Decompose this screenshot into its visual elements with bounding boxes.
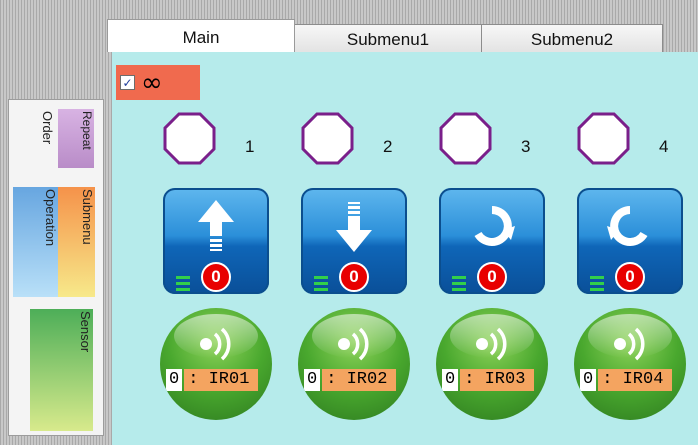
tab-submenu2[interactable]: Submenu2 xyxy=(481,24,663,54)
operation-button[interactable]: 0 xyxy=(301,188,407,294)
operation-button[interactable]: 0 xyxy=(577,188,683,294)
sensor-index: 0 xyxy=(304,369,321,391)
repeat-bar: ✓ ∞ xyxy=(116,65,200,100)
sensor-index: 0 xyxy=(442,369,459,391)
sensor-name: : IR03 xyxy=(460,369,535,391)
count-badge: 0 xyxy=(339,262,369,292)
repeat-checkbox[interactable]: ✓ xyxy=(120,75,135,90)
speed-bars-icon xyxy=(314,276,328,294)
wireless-signal-icon xyxy=(200,327,231,361)
operation-button[interactable]: 0 xyxy=(163,188,269,294)
main-panel: ✓ ∞ 1 0 0 : IR01 2 0 0: IR02 3 0 0: IR… xyxy=(112,52,698,445)
sensor-name: : IR01 xyxy=(184,369,259,391)
count-badge: 0 xyxy=(201,262,231,292)
palette-repeat[interactable]: Repeat xyxy=(58,109,94,168)
rotate-counterclockwise-icon xyxy=(607,206,648,246)
sensor-button[interactable]: 0 : IR02 xyxy=(298,308,410,420)
palette-submenu[interactable]: Submenu xyxy=(58,187,95,297)
step-number: 1 xyxy=(245,137,255,156)
speed-bars-icon xyxy=(452,276,466,294)
sensor-label: 0 : IR04 xyxy=(580,368,673,392)
sensor-name: : IR04 xyxy=(598,369,673,391)
block-palette: Repeat Order Operation Submenu Sensor xyxy=(8,99,104,436)
wireless-signal-icon xyxy=(338,327,369,361)
arrow-up-icon xyxy=(198,200,234,251)
sensor-name: : IR02 xyxy=(322,369,397,391)
order-octagon-icon[interactable] xyxy=(301,112,354,165)
sensor-label: 0 : IR01 xyxy=(166,368,259,392)
order-octagon-icon[interactable] xyxy=(439,112,492,165)
palette-order[interactable]: Order xyxy=(13,109,55,168)
step-number: 2 xyxy=(383,137,393,156)
step-number: 4 xyxy=(659,137,669,156)
step-number: 3 xyxy=(521,137,531,156)
palette-operation[interactable]: Operation xyxy=(13,187,58,297)
count-badge: 0 xyxy=(615,262,645,292)
speed-bars-icon xyxy=(590,276,604,294)
wireless-signal-icon xyxy=(476,327,507,361)
sensor-button[interactable]: 0 : IR04 xyxy=(574,308,686,420)
order-octagon-icon[interactable] xyxy=(577,112,630,165)
tab-submenu1[interactable]: Submenu1 xyxy=(294,24,482,54)
palette-sensor[interactable]: Sensor xyxy=(30,309,93,431)
wireless-signal-icon xyxy=(614,327,645,361)
sensor-index: 0 xyxy=(580,369,597,391)
rotate-clockwise-icon xyxy=(474,206,515,246)
infinity-icon: ∞ xyxy=(141,67,163,98)
speed-bars-icon xyxy=(176,276,190,294)
sensor-index: 0 xyxy=(166,369,183,391)
sensor-label: 0 : IR02 xyxy=(304,368,397,392)
count-badge: 0 xyxy=(477,262,507,292)
sensor-button[interactable]: 0 : IR03 xyxy=(436,308,548,420)
arrow-down-icon xyxy=(336,202,372,252)
sensor-button[interactable]: 0 : IR01 xyxy=(160,308,272,420)
sensor-label: 0 : IR03 xyxy=(442,368,535,392)
order-octagon-icon[interactable] xyxy=(163,112,216,165)
tab-main[interactable]: Main xyxy=(107,19,295,52)
operation-button[interactable]: 0 xyxy=(439,188,545,294)
